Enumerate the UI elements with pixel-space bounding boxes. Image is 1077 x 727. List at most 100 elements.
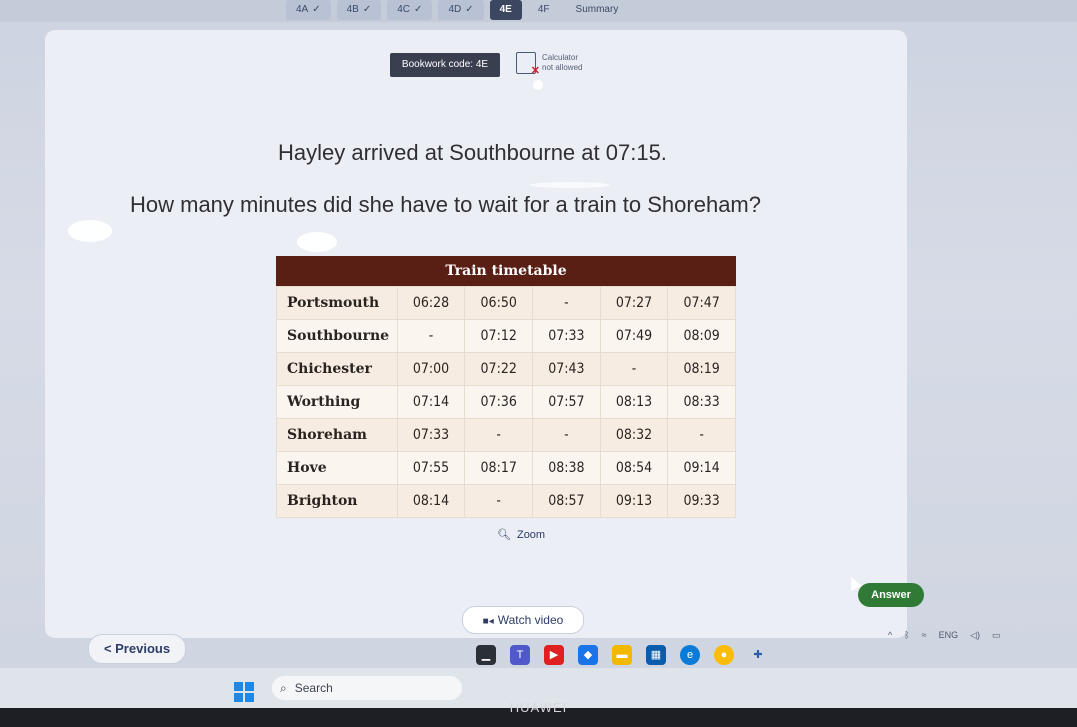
bookwork-code-badge: Bookwork code: 4E <box>390 53 500 77</box>
station-name: Portsmouth <box>276 286 398 320</box>
question-line-2: How many minutes did she have to wait fo… <box>130 192 761 217</box>
timetable-row: Chichester 07:00 07:22 07:43-08:19 <box>276 352 736 386</box>
check-icon: ✓ <box>414 4 423 15</box>
station-name: Hove <box>276 451 398 485</box>
departure-time: 08:17 <box>464 451 534 485</box>
departure-time: 07:43 <box>532 352 601 386</box>
glare-spot <box>530 182 610 188</box>
tab-4f[interactable]: 4F <box>528 0 560 20</box>
calculator-crossed-icon: ✕ <box>516 52 540 77</box>
system-tray: ^ ᛒ ≈ ENG ◁) ▭ <box>888 630 1001 641</box>
file-explorer-icon[interactable]: ▁ <box>476 645 496 665</box>
teams-icon[interactable]: T <box>510 645 530 665</box>
tab-4b[interactable]: 4B ✓ <box>336 0 382 20</box>
departure-time: 08:14 <box>396 484 466 518</box>
departure-time: - <box>464 418 534 452</box>
timetable-row: Portsmouth 06:28 06:50-07:27 07:47 <box>276 286 736 320</box>
departure-time: 07:47 <box>667 286 736 320</box>
glare-spot <box>533 80 543 90</box>
timetable-row: Hove 07:55 08:17 08:38 08:54 09:14 <box>276 451 736 485</box>
chevron-up-icon[interactable]: ^ <box>888 630 892 641</box>
departure-time: 07:22 <box>464 352 534 386</box>
magnifier-icon: 🔍︎ <box>497 529 511 541</box>
chrome-browser-icon[interactable]: ● <box>714 645 734 665</box>
bluetooth-icon[interactable]: ᛒ <box>904 630 909 641</box>
zoom-label: Zoom <box>516 528 546 541</box>
departure-time: 09:13 <box>599 484 669 518</box>
departure-time: 08:13 <box>599 385 669 419</box>
station-name: Worthing <box>276 385 398 419</box>
timetable-title: Train timetable <box>276 256 736 286</box>
departure-time: 06:28 <box>396 286 466 320</box>
edge-browser-icon[interactable]: e <box>680 645 700 665</box>
departure-time: 09:14 <box>667 451 736 485</box>
departure-time: 07:49 <box>599 319 669 353</box>
timetable-row: Shoreham 07:33- -08:32- <box>276 418 736 452</box>
glare-spot <box>297 232 337 252</box>
timetable-row: Worthing 07:14 07:36 07:57 08:13 08:33 <box>276 385 736 419</box>
calculator-status: ✕ Calculator not allowed <box>516 52 583 77</box>
departure-time: 07:57 <box>532 385 601 419</box>
wifi-icon[interactable]: ≈ <box>922 630 927 641</box>
glare-spot <box>68 220 112 242</box>
taskbar-apps: ▁ T ▶ ◆ ▬ ▦ e ● ✚ <box>476 645 768 665</box>
windows-start-icon[interactable] <box>234 682 254 702</box>
departure-time: - <box>464 484 534 518</box>
timetable-row: Brighton 08:14-08:57 09:13 09:33 <box>276 484 736 518</box>
folder-icon[interactable]: ▬ <box>612 645 632 665</box>
departure-time: 07:33 <box>532 319 601 353</box>
taskbar-search-input[interactable]: ⌕ Search <box>272 676 462 700</box>
tab-4e[interactable]: 4E <box>489 0 522 20</box>
tab-4a[interactable]: 4A ✓ <box>286 0 331 20</box>
check-icon: ✓ <box>312 4 321 15</box>
station-name: Shoreham <box>276 418 398 452</box>
battery-icon[interactable]: ▭ <box>992 630 1001 641</box>
calendar-icon[interactable]: ▦ <box>646 645 666 665</box>
station-name: Southbourne <box>276 319 398 353</box>
topic-tabs: 4A ✓ 4B ✓ 4C ✓ 4D ✓ 4E 4F Summary <box>286 0 628 20</box>
language-indicator[interactable]: ENG <box>939 630 959 641</box>
departure-time: 08:54 <box>599 451 669 485</box>
departure-time: 07:12 <box>464 319 534 353</box>
station-name: Brighton <box>276 484 398 518</box>
tab-4d[interactable]: 4D ✓ <box>438 0 484 20</box>
departure-time: - <box>599 352 669 386</box>
photos-icon[interactable]: ◆ <box>578 645 598 665</box>
volume-icon[interactable]: ◁) <box>970 630 980 641</box>
video-camera-icon: ■◂ <box>482 616 494 627</box>
check-icon: ✓ <box>362 4 372 15</box>
departure-time: - <box>667 418 736 452</box>
calculator-note: not allowed <box>542 63 583 72</box>
departure-time: 07:55 <box>396 451 466 485</box>
check-icon: ✓ <box>465 4 474 15</box>
brand-logo: HUAWEI <box>509 700 568 715</box>
watch-video-label: Watch video <box>497 613 564 627</box>
departure-time: 08:09 <box>667 319 736 353</box>
departure-time: 07:33 <box>396 418 466 452</box>
departure-time: 08:33 <box>667 385 736 419</box>
tab-summary[interactable]: Summary <box>566 0 629 20</box>
calculator-label: Calculator <box>542 53 579 62</box>
previous-button[interactable]: < Previous <box>88 634 186 664</box>
departure-time: 07:27 <box>599 286 669 320</box>
departure-time: 07:00 <box>396 352 466 386</box>
watch-video-button[interactable]: ■◂ Watch video <box>462 606 584 634</box>
pin-icon[interactable]: ✚ <box>748 645 768 665</box>
departure-time: 09:33 <box>667 484 736 518</box>
departure-time: - <box>532 418 601 452</box>
timetable-row: Southbourne -07:12 07:33 07:49 08:09 <box>276 319 736 353</box>
departure-time: 08:38 <box>532 451 601 485</box>
youtube-icon[interactable]: ▶ <box>544 645 564 665</box>
departure-time: - <box>532 286 601 320</box>
question-line-1: Hayley arrived at Southbourne at 07:15. <box>278 140 667 165</box>
train-timetable: Train timetable Portsmouth 06:28 06:50-07:… <box>276 256 736 518</box>
zoom-button[interactable]: 🔍︎ Zoom <box>497 528 546 542</box>
departure-time: 07:14 <box>396 385 466 419</box>
taskbar-search-placeholder: Search <box>294 681 333 695</box>
tab-4c[interactable]: 4C ✓ <box>387 0 433 20</box>
station-name: Chichester <box>276 352 398 386</box>
departure-time: 06:50 <box>464 286 534 320</box>
departure-time: 08:57 <box>532 484 601 518</box>
answer-button[interactable]: Answer <box>858 583 924 607</box>
departure-time: - <box>396 319 466 353</box>
